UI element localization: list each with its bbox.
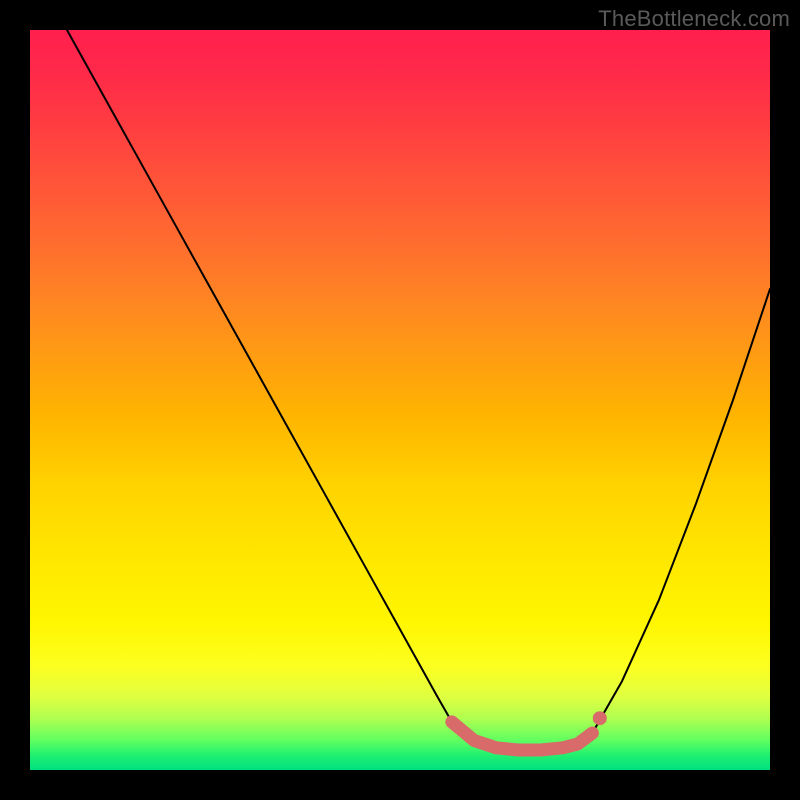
curve-layer [30,30,770,770]
bottleneck-curve-path [67,30,770,750]
highlight-band-path [452,722,593,750]
plot-area [30,30,770,770]
watermark-text: TheBottleneck.com [598,6,790,32]
highlight-end-marker [593,711,607,725]
chart-frame: TheBottleneck.com [0,0,800,800]
